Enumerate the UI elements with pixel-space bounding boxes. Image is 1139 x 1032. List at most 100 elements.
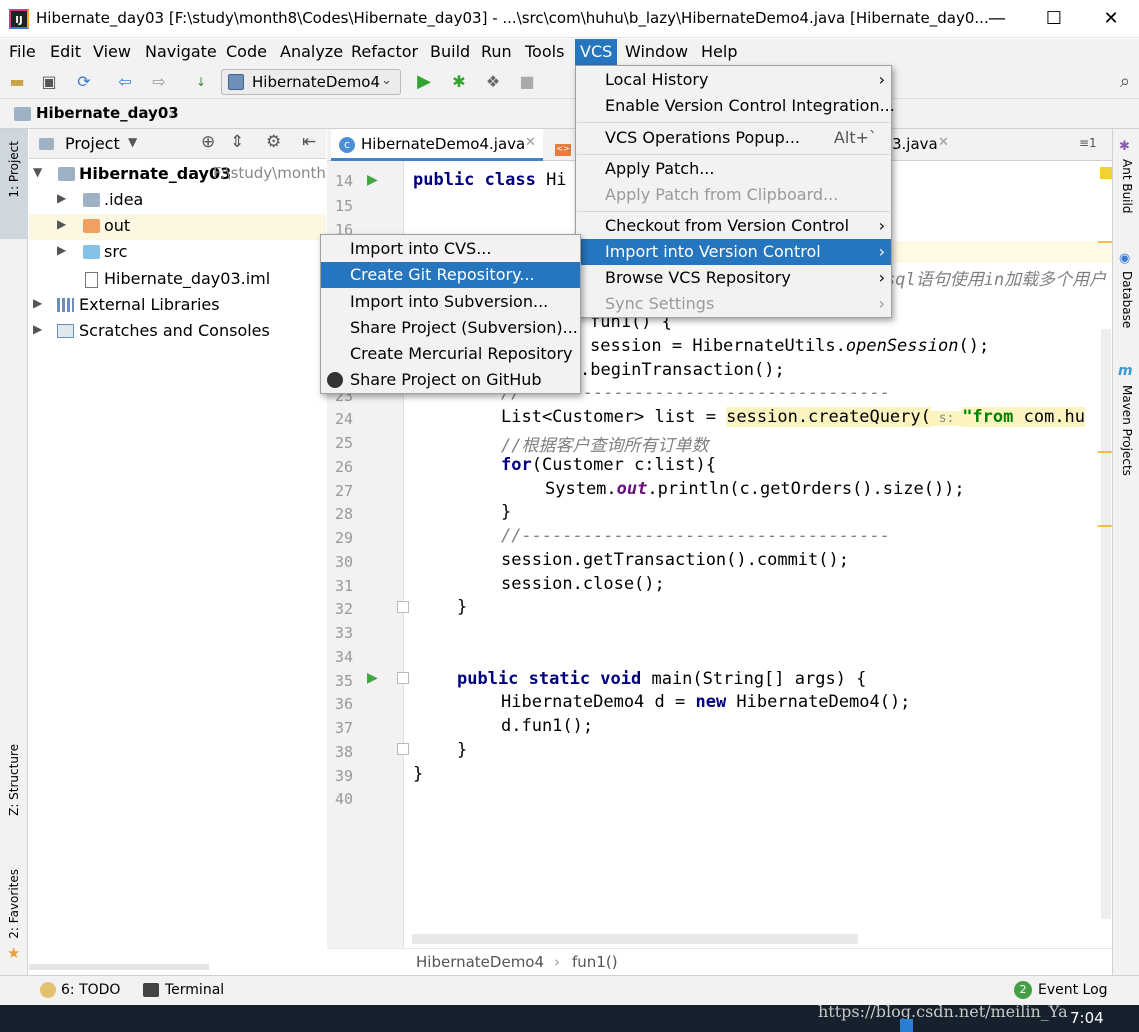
save-icon[interactable]: ▣ xyxy=(38,71,60,93)
structure-tool-tab[interactable]: Z: Structure xyxy=(7,744,21,816)
menu-item-apply-patch-clipboard[interactable]: Apply Patch from Clipboard... xyxy=(576,182,891,208)
menu-item-apply-patch[interactable]: Apply Patch... xyxy=(576,156,891,182)
code-line-39[interactable]: } xyxy=(413,764,423,784)
code-line-25[interactable]: //根据客户查询所有订单数 xyxy=(501,431,708,456)
fold-marker-icon[interactable] xyxy=(397,672,409,684)
code-line-30[interactable]: session.getTransaction().commit(); xyxy=(501,550,849,570)
horizontal-scrollbar[interactable] xyxy=(412,934,858,944)
menu-vcs[interactable]: VCS xyxy=(575,39,618,65)
menu-analyze[interactable]: Analyze xyxy=(275,39,348,65)
menu-build[interactable]: Build xyxy=(425,39,475,65)
close-tab-icon[interactable]: ✕ xyxy=(525,135,536,150)
menu-view[interactable]: View xyxy=(88,39,136,65)
menu-item-share-subversion[interactable]: Share Project (Subversion)... xyxy=(321,315,580,341)
menu-run[interactable]: Run xyxy=(476,39,517,65)
menu-item-create-mercurial[interactable]: Create Mercurial Repository xyxy=(321,341,580,367)
code-line-26[interactable]: for(Customer c:list){ xyxy=(501,455,716,475)
terminal-tab[interactable]: Terminal xyxy=(165,982,224,998)
code-line-20[interactable]: sql语句使用in加载多个用户 xyxy=(885,265,1106,290)
code-line-24[interactable]: List<Customer> list = session.createQuer… xyxy=(501,407,1086,427)
favorites-tool-tab[interactable]: 2: Favorites xyxy=(7,869,21,939)
run-gutter-icon[interactable]: ▶ xyxy=(367,670,378,686)
xml-file-icon[interactable]: <> xyxy=(555,144,571,156)
ant-build-tab[interactable]: Ant Build xyxy=(1120,159,1134,213)
error-stripe-mark[interactable] xyxy=(1098,241,1112,243)
tree-item-external-libraries[interactable]: ▶ External Libraries xyxy=(29,293,326,319)
tree-item-scratches[interactable]: ▶ Scratches and Consoles xyxy=(29,319,326,345)
menu-item-browse-vcs[interactable]: Browse VCS Repository › xyxy=(576,265,891,291)
menu-item-checkout[interactable]: Checkout from Version Control › xyxy=(576,213,891,239)
tab-list-icon[interactable]: ≡1 xyxy=(1079,136,1097,150)
code-line-27[interactable]: System.out.println(c.getOrders().size())… xyxy=(545,479,965,499)
clock[interactable]: 7:04 xyxy=(1070,1009,1104,1027)
hide-panel-icon[interactable]: ⇤ xyxy=(302,132,316,152)
code-line-14[interactable]: public class Hi xyxy=(413,170,567,190)
menu-item-import-subversion[interactable]: Import into Subversion... xyxy=(321,289,580,315)
project-view-title[interactable]: Project xyxy=(65,134,120,153)
code-line-36[interactable]: HibernateDemo4 d = new HibernateDemo4(); xyxy=(501,692,910,712)
menu-window[interactable]: Window xyxy=(620,39,693,65)
code-line-37[interactable]: d.fun1(); xyxy=(501,716,593,736)
run-icon[interactable]: ▶ xyxy=(413,71,435,93)
maven-projects-tab[interactable]: Maven Projects xyxy=(1120,385,1134,476)
tab-hibernatedemo4[interactable]: c HibernateDemo4.java ✕ xyxy=(331,129,543,161)
menu-help[interactable]: Help xyxy=(696,39,742,65)
menu-item-local-history[interactable]: Local History › xyxy=(576,67,891,93)
open-folder-icon[interactable]: ▬ xyxy=(6,71,28,93)
todo-tab[interactable]: 6: TODO xyxy=(61,982,120,998)
menu-tools[interactable]: Tools xyxy=(520,39,569,65)
error-stripe-mark[interactable] xyxy=(1098,525,1112,527)
coverage-icon[interactable]: ❖ xyxy=(482,71,504,93)
tree-item-iml[interactable]: Hibernate_day03.iml xyxy=(29,267,326,293)
minimize-button[interactable]: — xyxy=(968,0,1026,38)
menu-navigate[interactable]: Navigate xyxy=(140,39,222,65)
forward-arrow-icon[interactable]: ⇨ xyxy=(148,71,170,93)
code-line-32[interactable]: } xyxy=(457,597,467,617)
menu-item-import-cvs[interactable]: Import into CVS... xyxy=(321,236,580,262)
tree-item-project-root[interactable]: ▼ Hibernate_day03 F:\study\month xyxy=(29,162,326,188)
tree-item-idea[interactable]: ▶ .idea xyxy=(29,188,326,214)
close-window-button[interactable]: ✕ xyxy=(1082,0,1139,38)
breadcrumb-project[interactable]: Hibernate_day03 xyxy=(36,104,179,122)
stop-icon[interactable]: ■ xyxy=(516,71,538,93)
menu-refactor[interactable]: Refactor xyxy=(346,39,423,65)
code-line-38[interactable]: } xyxy=(457,740,467,760)
collapse-all-icon[interactable]: ⇕ xyxy=(230,132,244,152)
database-tab[interactable]: Database xyxy=(1120,271,1134,328)
menu-edit[interactable]: Edit xyxy=(45,39,86,65)
build-project-icon[interactable]: ↓ xyxy=(190,71,212,93)
warning-marker-icon[interactable] xyxy=(1100,167,1112,179)
maximize-button[interactable]: ☐ xyxy=(1025,0,1083,38)
error-stripe-mark[interactable] xyxy=(1098,451,1112,453)
tree-item-src[interactable]: ▶ src xyxy=(29,240,326,266)
tree-item-out[interactable]: ▶ out xyxy=(29,214,326,240)
horizontal-scrollbar[interactable] xyxy=(29,964,209,970)
locate-target-icon[interactable]: ⊕ xyxy=(201,132,215,152)
code-line-31[interactable]: session.close(); xyxy=(501,574,665,594)
debug-icon[interactable]: ✱ xyxy=(448,71,470,93)
chevron-down-icon[interactable]: ▼ xyxy=(128,135,137,149)
code-line-35[interactable]: public static void main(String[] args) { xyxy=(457,669,866,689)
code-line-28[interactable]: } xyxy=(501,502,511,522)
menu-item-enable-vcs[interactable]: Enable Version Control Integration... xyxy=(576,93,895,119)
vertical-scrollbar[interactable] xyxy=(1101,329,1111,919)
event-log-tab[interactable]: Event Log xyxy=(1038,982,1108,998)
bluetooth-icon[interactable] xyxy=(900,1019,913,1032)
menu-item-create-git-repository[interactable]: Create Git Repository... xyxy=(321,262,580,288)
tab-other-java[interactable]: 3.java ✕ xyxy=(892,135,962,161)
gear-icon[interactable]: ⚙ xyxy=(266,132,281,152)
crumb-class[interactable]: HibernateDemo4 xyxy=(416,953,544,971)
search-everywhere-icon[interactable]: ⌕ xyxy=(1114,71,1136,93)
menu-item-sync-settings[interactable]: Sync Settings › xyxy=(576,291,891,317)
run-configuration-select[interactable]: HibernateDemo4 ⌄ xyxy=(221,69,401,95)
menu-item-share-github[interactable]: Share Project on GitHub xyxy=(321,367,580,393)
crumb-method[interactable]: fun1() xyxy=(572,953,618,971)
close-tab-icon[interactable]: ✕ xyxy=(938,135,949,150)
fold-marker-icon[interactable] xyxy=(397,743,409,755)
fold-marker-icon[interactable] xyxy=(397,601,409,613)
back-arrow-icon[interactable]: ⇦ xyxy=(114,71,136,93)
sync-icon[interactable]: ⟳ xyxy=(73,71,95,93)
project-tool-tab[interactable]: 1: Project xyxy=(7,141,21,198)
code-line-22[interactable]: session = HibernateUtils.openSession(); xyxy=(590,336,989,356)
menu-item-import-into-vcs[interactable]: Import into Version Control › xyxy=(576,239,891,265)
